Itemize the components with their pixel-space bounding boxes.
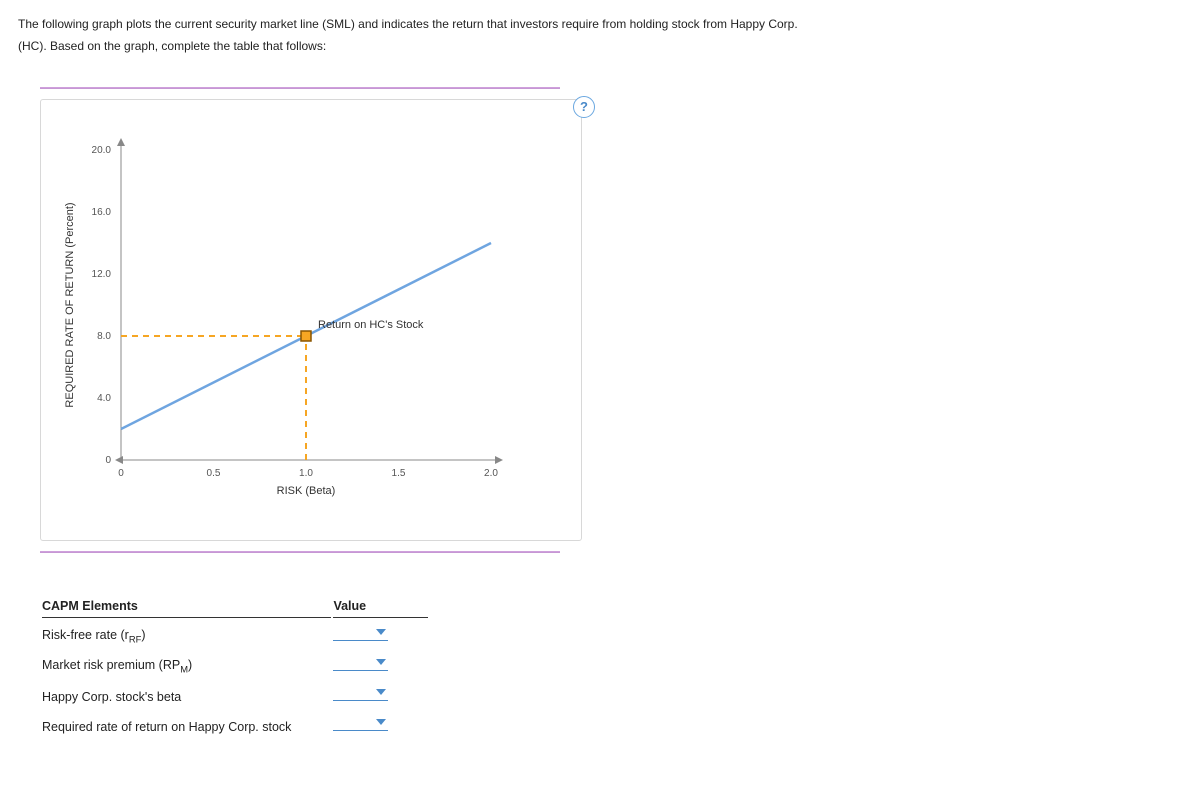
table-row: Risk-free rate (rRF) (42, 620, 428, 648)
divider-top (40, 87, 560, 89)
prompt-line-1: The following graph plots the current se… (18, 17, 798, 31)
row-value-cell (333, 680, 428, 708)
x-tick-label: 0.5 (207, 468, 221, 479)
table-header-elements: CAPM Elements (42, 595, 331, 618)
x-tick-label: 2.0 (484, 468, 498, 479)
row-label: Happy Corp. stock's beta (42, 680, 331, 708)
sml-chart: 0 4.0 8.0 12.0 16.0 20.0 0 0.5 1.0 1.5 2.0 RISK (Be… (51, 110, 511, 520)
problem-prompt: The following graph plots the current se… (18, 14, 1182, 57)
row-value-cell (333, 620, 428, 648)
table-header-value: Value (333, 595, 428, 618)
y-tick-label: 20.0 (92, 145, 112, 156)
value-dropdown[interactable] (333, 624, 388, 641)
row-label: Required rate of return on Happy Corp. s… (42, 710, 331, 738)
y-tick-label: 12.0 (92, 269, 112, 280)
value-dropdown[interactable] (333, 714, 388, 731)
table-row: Required rate of return on Happy Corp. s… (42, 710, 428, 738)
y-tick-label: 4.0 (97, 393, 111, 404)
row-value-cell (333, 710, 428, 738)
value-dropdown[interactable] (333, 654, 388, 671)
hc-annotation: Return on HC's Stock (318, 319, 424, 331)
row-label: Market risk premium (RPM) (42, 650, 331, 678)
prompt-line-2: (HC). Based on the graph, complete the t… (18, 39, 326, 53)
y-tick-label: 16.0 (92, 207, 112, 218)
x-axis-label: RISK (Beta) (277, 485, 336, 497)
value-dropdown[interactable] (333, 684, 388, 701)
help-icon[interactable]: ? (573, 96, 595, 118)
capm-table: CAPM Elements Value Risk-free rate (rRF)… (40, 593, 430, 740)
x-tick-label: 0 (118, 468, 124, 479)
x-tick-label: 1.0 (299, 468, 313, 479)
table-row: Happy Corp. stock's beta (42, 680, 428, 708)
y-tick-label: 8.0 (97, 331, 111, 342)
table-row: Market risk premium (RPM) (42, 650, 428, 678)
row-value-cell (333, 650, 428, 678)
chart-card: ? 04.08.012.016.020.000.51.01.52.0RISK (… (40, 99, 582, 541)
x-tick-label: 1.5 (392, 468, 406, 479)
row-label: Risk-free rate (rRF) (42, 620, 331, 648)
y-tick-label: 0 (105, 455, 111, 466)
divider-bottom (40, 551, 560, 553)
y-axis-label: REQUIRED RATE OF RETURN (Percent) (64, 203, 76, 408)
hc-point[interactable] (301, 331, 311, 341)
